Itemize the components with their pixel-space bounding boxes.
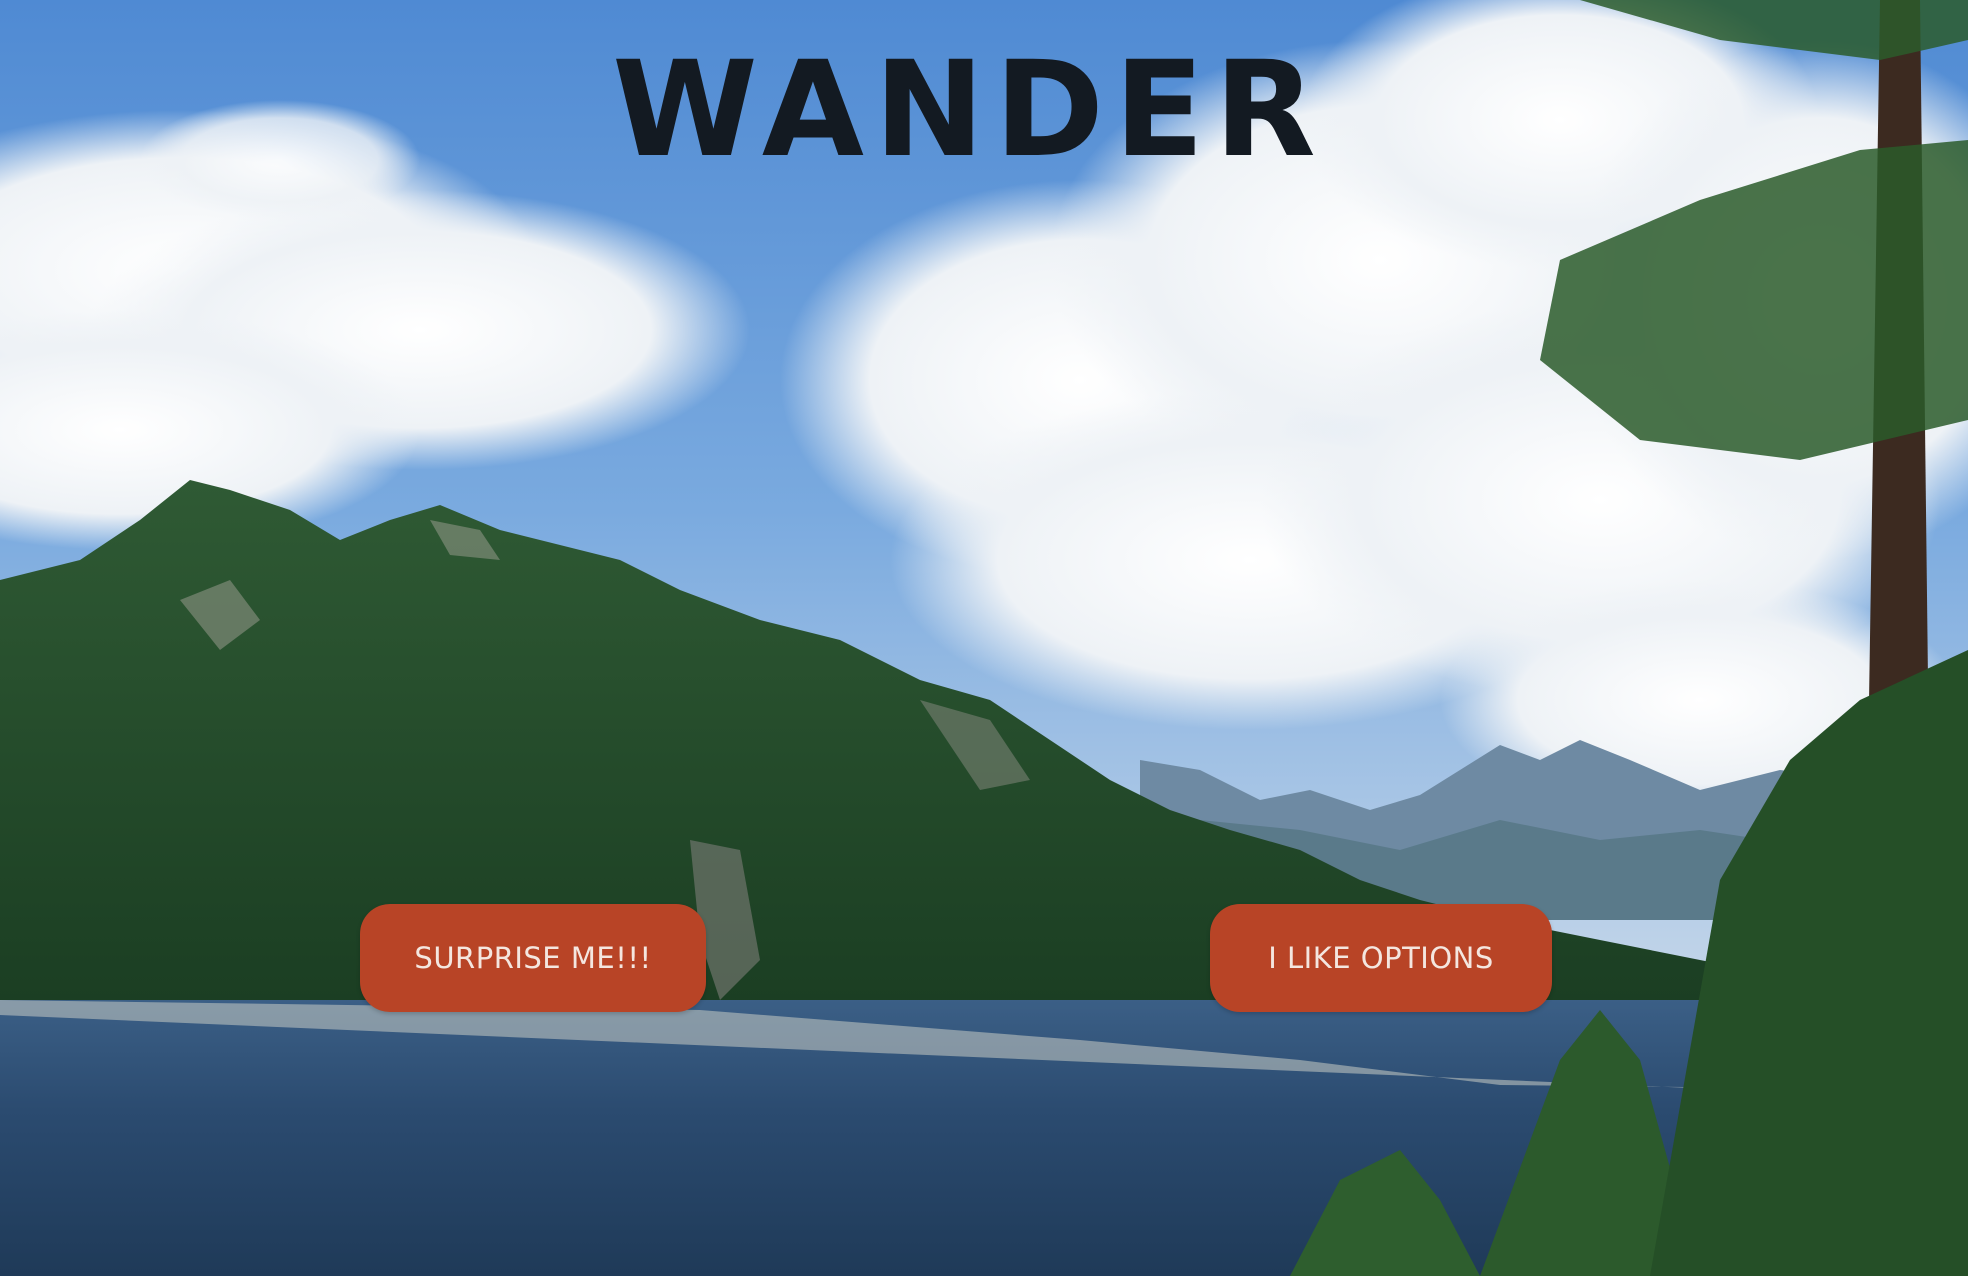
wander-logo: WANDER — [612, 33, 1326, 187]
surprise-me-button[interactable]: SURPRISE ME!!! — [360, 904, 706, 1012]
background-landscape-image — [0, 0, 1968, 1276]
i-like-options-button[interactable]: I LIKE OPTIONS — [1210, 904, 1552, 1012]
hero: WANDER SURPRISE ME!!! I LIKE OPTIONS — [0, 0, 1968, 1276]
